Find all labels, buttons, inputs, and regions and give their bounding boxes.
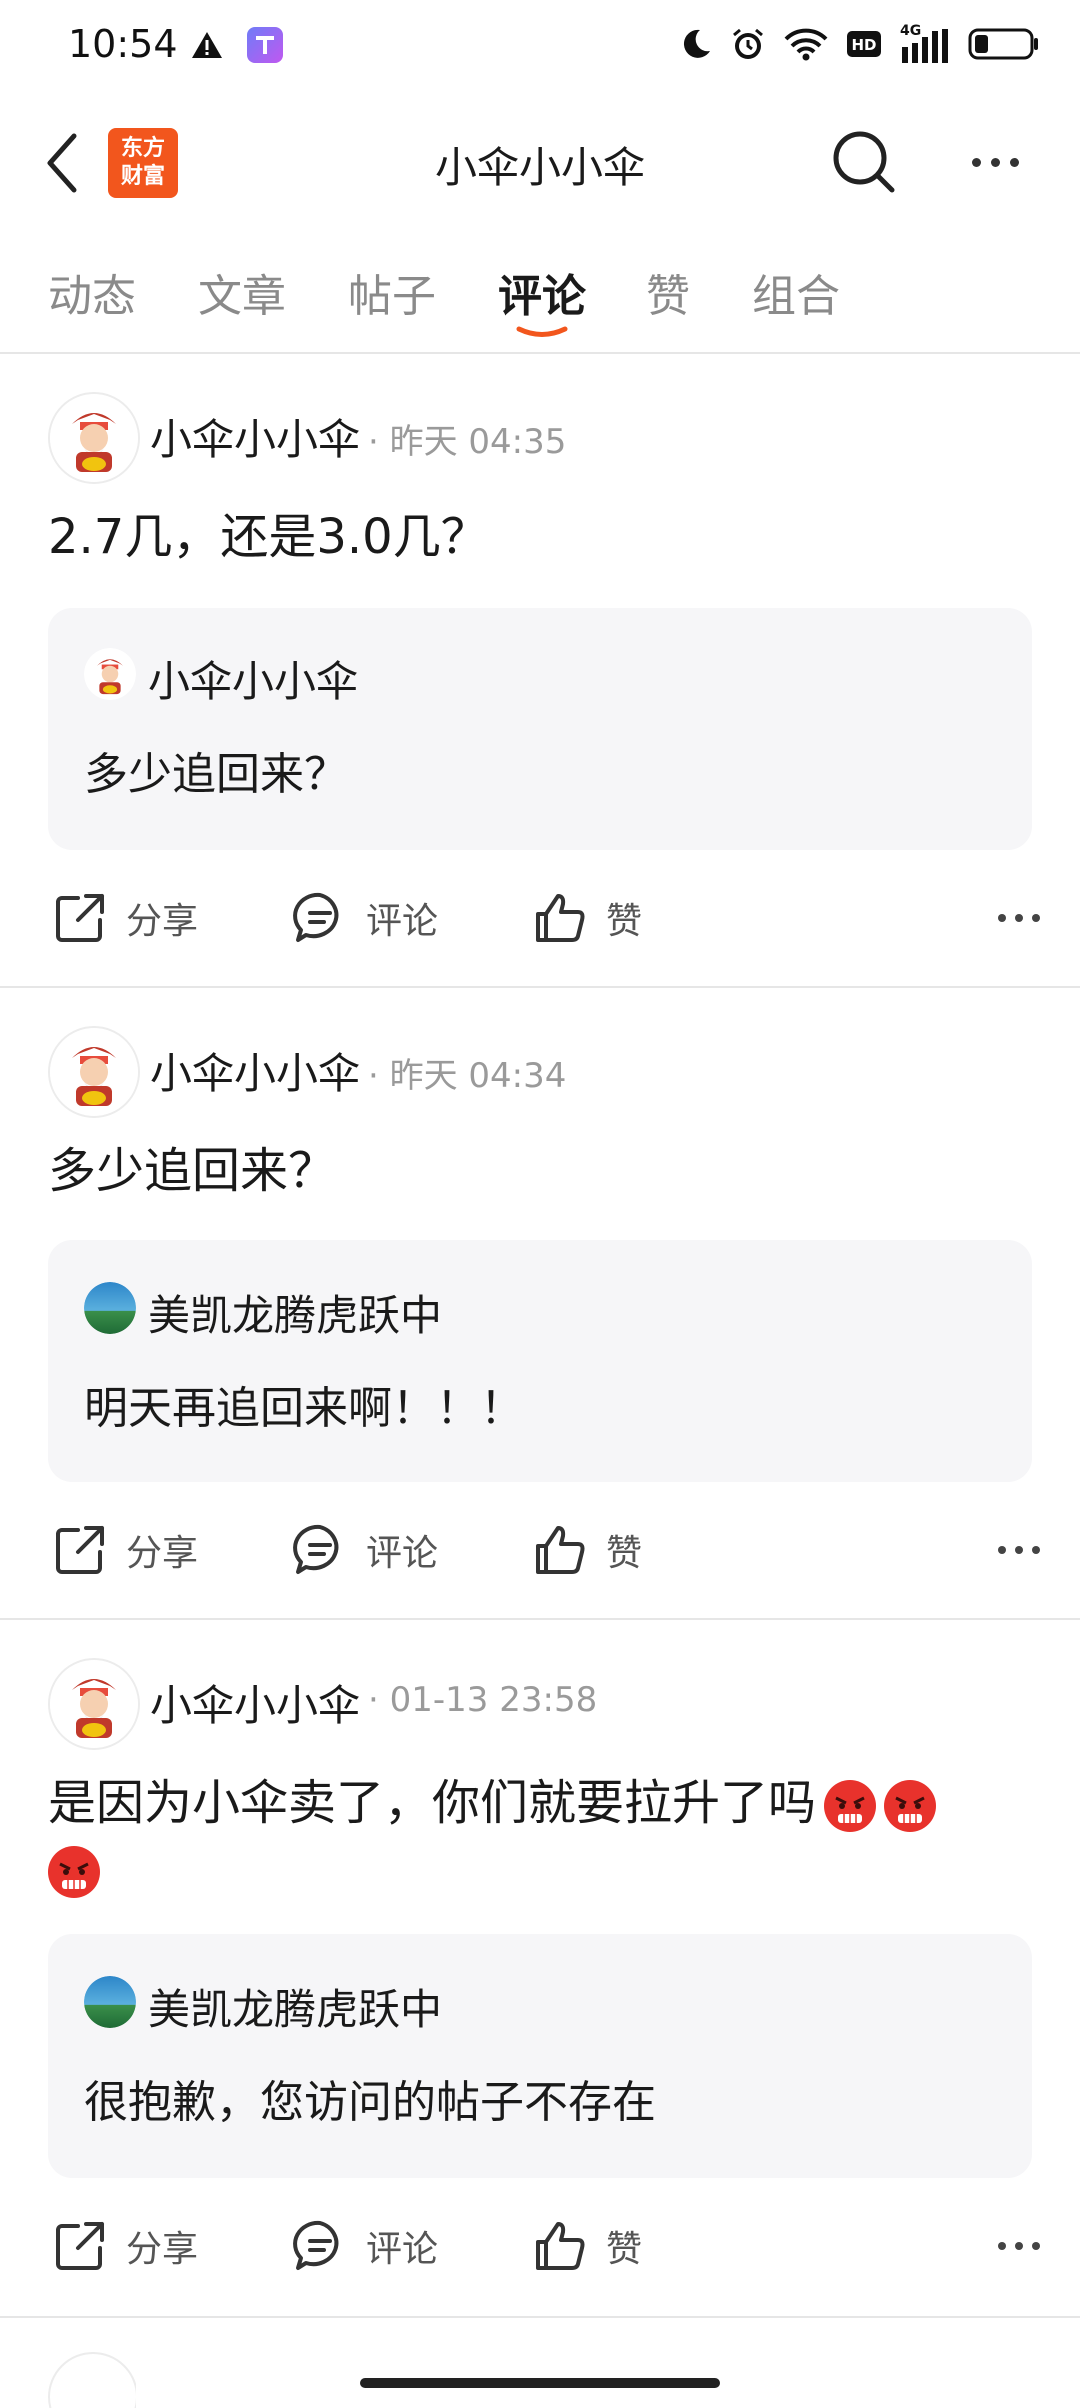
thumbs-up-icon [536,1526,585,1574]
comment-icon [293,1524,339,1574]
share-button[interactable]: 分享 [52,1510,198,1590]
search-button[interactable] [828,126,900,198]
angry-face-emoji-icon [48,1846,100,1898]
svg-text:HD: HD [851,36,876,54]
quoted-author-name: 美凯龙腾虎跃中 [148,1985,443,2034]
moon-icon [680,27,712,65]
post-time: · 01-13 23:58 [368,1680,598,1720]
quoted-avatar [84,1282,136,1334]
signal-icon: 4G [900,23,950,65]
like-label: 赞 [606,2229,643,2270]
quoted-author-name: 美凯龙腾虎跃中 [148,1291,443,1340]
thumbs-up-icon [536,2222,585,2270]
comment-label: 评论 [366,901,439,942]
share-icon [56,1526,104,1574]
share-icon [56,2222,104,2270]
active-tab-indicator [516,326,568,337]
action-bar: 分享 评论 赞 [0,1510,1080,1590]
tab-posts[interactable]: 帖子 [348,260,436,324]
author-name[interactable]: 小伞小小伞 [150,1672,360,1733]
comment-text: 2.7几，还是3.0几？ [48,509,489,565]
next-item-avatar-partial [48,2352,136,2408]
quoted-comment[interactable]: 美凯龙腾虎跃中 明天再追回来啊！！！ [48,1240,1032,1482]
profile-tabs: 动态 文章 帖子 评论 赞 组合 [0,250,1080,350]
quoted-author-name: 小伞小小伞 [148,657,359,706]
warning-icon [190,30,224,64]
mascot-avatar-icon [84,648,136,700]
more-options-button[interactable] [960,140,1030,184]
like-button[interactable]: 赞 [532,1510,642,1590]
battery-icon [968,27,1040,65]
comment-icon [293,2220,339,2270]
comment-text-body: 是因为小伞卖了，你们就要拉升了吗 [48,1775,817,1831]
page-title: 小伞小小伞 [434,143,645,192]
action-bar: 分享 评论 赞 [0,2206,1080,2286]
wifi-icon [784,27,828,65]
comment-text: 多少追回来？ [48,1143,337,1199]
tab-comments[interactable]: 评论 [498,260,586,324]
mascot-avatar-icon [50,1660,138,1748]
share-button[interactable]: 分享 [52,878,198,958]
action-bar: 分享 评论 赞 [0,878,1080,958]
quoted-avatar [84,1976,136,2028]
comment-button[interactable]: 评论 [292,878,438,958]
status-time: 10:54 [68,22,178,66]
post-time: · 昨天 04:34 [368,1056,567,1096]
quoted-comment[interactable]: 小伞小小伞 多少追回来？ [48,608,1032,850]
tab-dynamics[interactable]: 动态 [48,260,136,324]
mascot-avatar-icon [50,1028,138,1116]
home-indicator[interactable] [360,2378,720,2388]
avatar[interactable] [48,1026,140,1118]
share-label: 分享 [126,2229,199,2270]
tab-portfolios[interactable]: 组合 [752,260,840,324]
like-button[interactable]: 赞 [532,2206,642,2286]
app-t-icon [246,26,284,68]
like-button[interactable]: 赞 [532,878,642,958]
share-icon [56,894,104,942]
like-label: 赞 [606,1533,643,1574]
mascot-avatar-icon [50,394,138,482]
share-label: 分享 [126,1533,199,1574]
share-button[interactable]: 分享 [52,2206,198,2286]
post-time: · 昨天 04:35 [368,422,567,462]
alarm-icon [730,26,766,66]
comment-button[interactable]: 评论 [292,1510,438,1590]
landscape-avatar-icon [84,1282,136,1334]
more-actions-button[interactable] [998,1530,1040,1570]
comment-card[interactable]: 小伞小小伞 · 昨天 04:34 多少追回来？ 美凯龙腾虎跃中 明天再追回来啊！… [0,986,1080,1618]
angry-face-emoji-icon [884,1780,937,1832]
quoted-comment[interactable]: 美凯龙腾虎跃中 很抱歉，您访问的帖子不存在 [48,1934,1032,2178]
hd-icon: HD [846,29,882,63]
quoted-text: 多少追回来？ [84,749,348,800]
top-nav-bar: 东方 财富 小伞小小伞 [0,110,1080,220]
more-actions-button[interactable] [998,2226,1040,2266]
angry-face-emoji-icon [824,1780,877,1832]
comment-label: 评论 [366,2229,439,2270]
status-bar: 10:54 HD 4G [0,0,1080,96]
landscape-avatar-icon [84,1976,136,2028]
comment-card[interactable]: 小伞小小伞 · 昨天 04:35 2.7几，还是3.0几？ 小伞小小伞 多少追回… [0,352,1080,986]
tab-likes[interactable]: 赞 [646,260,690,324]
share-label: 分享 [126,901,199,942]
quoted-text: 明天再追回来啊！！！ [84,1383,524,1434]
divider [0,2316,1080,2318]
quoted-avatar [84,648,136,700]
comment-icon [293,892,339,942]
comment-text: 是因为小伞卖了，你们就要拉升了吗 [48,1770,1038,1902]
more-actions-button[interactable] [998,898,1040,938]
quoted-text: 很抱歉，您访问的帖子不存在 [84,2077,656,2128]
thumbs-up-icon [536,894,585,942]
comment-card[interactable]: 小伞小小伞 · 01-13 23:58 是因为小伞卖了，你们就要拉升了吗 美凯龙… [0,1618,1080,2318]
like-label: 赞 [606,901,643,942]
author-name[interactable]: 小伞小小伞 [150,1040,360,1101]
comment-label: 评论 [366,1533,439,1574]
tab-articles[interactable]: 文章 [198,260,286,324]
search-icon [833,131,895,193]
author-name[interactable]: 小伞小小伞 [150,406,360,467]
avatar[interactable] [48,1658,140,1750]
avatar[interactable] [48,392,140,484]
comment-button[interactable]: 评论 [292,2206,438,2286]
